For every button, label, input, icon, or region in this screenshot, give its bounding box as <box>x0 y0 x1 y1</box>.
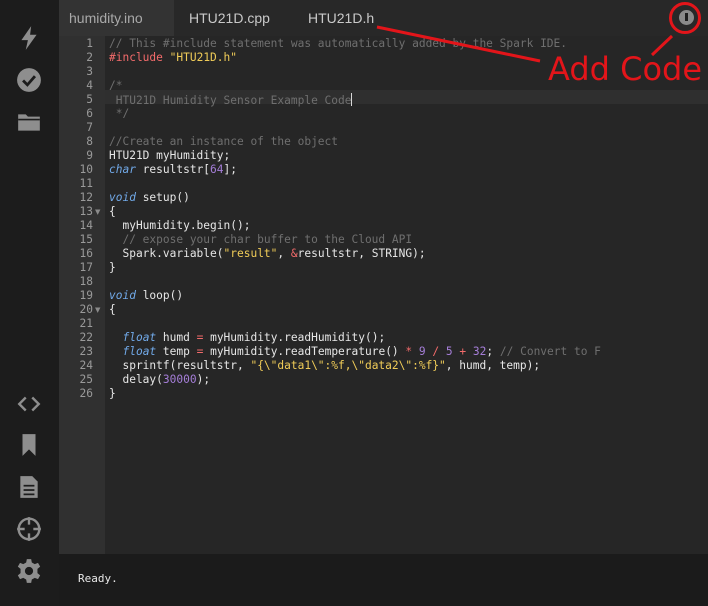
line-number: 1 <box>86 37 93 50</box>
line-number: 17 <box>79 261 93 274</box>
line-number: 12 <box>79 191 93 204</box>
line-number: 11 <box>79 177 93 190</box>
annotation-label: Add Code <box>548 50 703 88</box>
line-number: 20 <box>79 303 93 316</box>
line-number: 5 <box>86 93 93 106</box>
sidebar <box>0 0 59 606</box>
document-icon[interactable] <box>15 473 43 501</box>
code-area[interactable]: // This #include statement was automatic… <box>105 36 708 554</box>
code-line[interactable]: delay(30000); <box>109 373 210 387</box>
code-editor[interactable]: 1 2 3 4 5 6 7 8 9 10 11 12 13 ▼ 14 15 16 17 18 19 20 ▼ 21 22 23 2… <box>59 36 708 554</box>
line-number: 8 <box>86 135 93 148</box>
line-number: 6 <box>86 107 93 120</box>
status-bar: Ready. <box>59 554 708 606</box>
line-number: 9 <box>86 149 93 162</box>
line-number: 15 <box>79 233 93 246</box>
line-number: 18 <box>79 275 93 288</box>
line-number: 22 <box>79 331 93 344</box>
code-line[interactable]: myHumidity.begin(); <box>109 219 250 233</box>
tab-htu21d-h[interactable]: HTU21D.h <box>308 0 374 36</box>
status-text: Ready. <box>78 572 118 585</box>
code-line[interactable]: // This #include statement was automatic… <box>109 37 567 51</box>
line-number: 10 <box>79 163 93 176</box>
code-line[interactable]: HTU21D Humidity Sensor Example Code <box>109 93 353 107</box>
line-number: 13 <box>79 205 93 218</box>
code-line[interactable]: //Create an instance of the object <box>109 135 338 149</box>
fold-toggle-icon[interactable]: ▼ <box>95 306 100 314</box>
target-icon[interactable] <box>15 515 43 543</box>
line-number-gutter: 1 2 3 4 5 6 7 8 9 10 11 12 13 ▼ 14 15 16 17 18 19 20 ▼ 21 22 23 2… <box>59 36 105 554</box>
bookmark-icon[interactable] <box>15 431 43 459</box>
gear-icon[interactable] <box>15 557 43 585</box>
tab-bar: humidity.ino HTU21D.cpp HTU21D.h <box>59 0 708 36</box>
code-line[interactable]: { <box>109 303 116 317</box>
line-number: 14 <box>79 219 93 232</box>
flash-icon[interactable] <box>15 24 43 52</box>
code-line[interactable]: { <box>109 205 116 219</box>
code-line[interactable]: #include "HTU21D.h" <box>109 51 237 65</box>
code-line[interactable]: void loop() <box>109 289 183 303</box>
code-line[interactable]: // expose your char buffer to the Cloud … <box>109 233 412 247</box>
line-number: 16 <box>79 247 93 260</box>
tab-humidity-ino[interactable]: humidity.ino <box>59 0 174 36</box>
code-line[interactable]: float humd = myHumidity.readHumidity(); <box>109 331 385 345</box>
line-number: 26 <box>79 387 93 400</box>
line-number: 7 <box>86 121 93 134</box>
line-number: 25 <box>79 373 93 386</box>
code-line[interactable]: } <box>109 387 116 401</box>
line-number: 2 <box>86 51 93 64</box>
code-line[interactable]: float temp = myHumidity.readTemperature(… <box>109 345 600 359</box>
line-number: 19 <box>79 289 93 302</box>
folder-icon[interactable] <box>15 108 43 136</box>
tab-htu21d-cpp[interactable]: HTU21D.cpp <box>189 0 270 36</box>
fold-toggle-icon[interactable]: ▼ <box>95 208 100 216</box>
text-cursor <box>351 93 353 106</box>
line-number: 3 <box>86 65 93 78</box>
line-number: 23 <box>79 345 93 358</box>
line-number: 21 <box>79 317 93 330</box>
code-line[interactable]: Spark.variable("result", &resultstr, STR… <box>109 247 425 261</box>
line-number: 24 <box>79 359 93 372</box>
annotation-circle <box>669 2 701 34</box>
code-line[interactable]: sprintf(resultstr, "{\"data1\":%f,\"data… <box>109 359 540 373</box>
code-line[interactable]: void setup() <box>109 191 190 205</box>
code-line[interactable]: char resultstr[64]; <box>109 163 237 177</box>
code-line[interactable]: */ <box>109 107 129 121</box>
code-line[interactable]: /* <box>109 79 122 93</box>
verify-check-icon[interactable] <box>15 66 43 94</box>
code-line[interactable]: HTU21D myHumidity; <box>109 149 230 163</box>
code-icon[interactable] <box>15 390 43 418</box>
line-number: 4 <box>86 79 93 92</box>
code-line[interactable]: } <box>109 261 116 275</box>
